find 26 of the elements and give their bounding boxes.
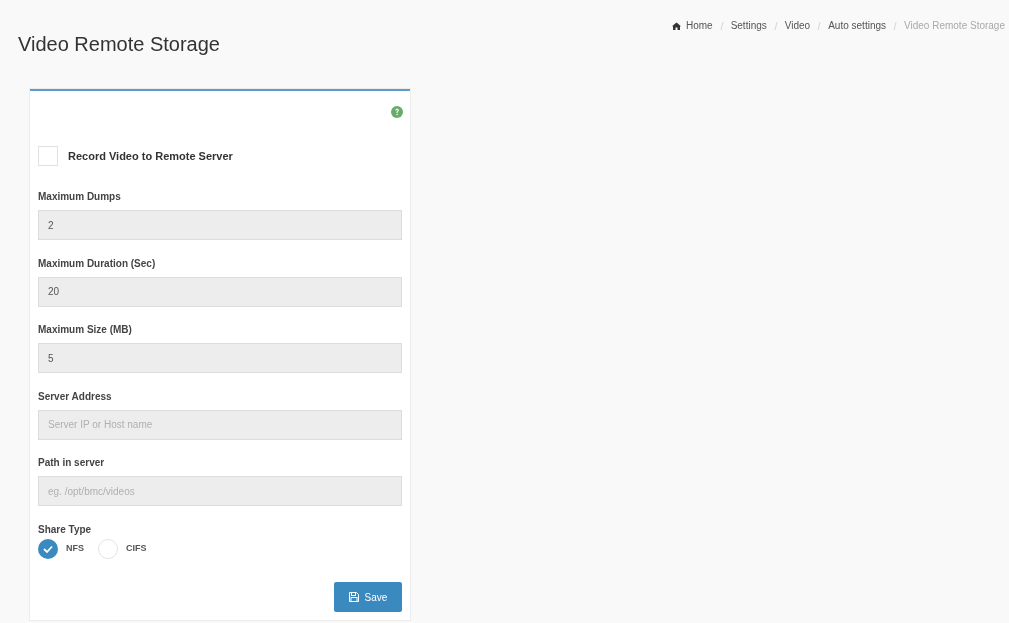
field-label: Share Type	[38, 523, 92, 537]
breadcrumb-current: Video Remote Storage	[904, 20, 1005, 32]
save-icon	[348, 592, 359, 602]
radio-button[interactable]	[38, 539, 58, 559]
separator-icon	[772, 21, 779, 31]
help-icon[interactable]	[391, 106, 403, 118]
field-label: Maximum Size (MB)	[38, 323, 132, 337]
page-title: Video Remote Storage	[18, 32, 220, 57]
separator-icon	[892, 21, 898, 31]
field-label: Maximum Dumps	[38, 190, 121, 204]
radio-label[interactable]: NFS	[66, 542, 84, 556]
home-icon	[671, 22, 681, 30]
breadcrumb-link[interactable]: Home	[685, 20, 713, 32]
radio-button[interactable]	[98, 539, 118, 559]
breadcrumb-link[interactable]: Auto settings	[828, 20, 886, 32]
separator-icon	[816, 21, 823, 31]
checkbox-label[interactable]: Record Video to Remote Server	[68, 147, 233, 165]
field-label: Path in server	[38, 456, 105, 470]
breadcrumb-link[interactable]: Video	[784, 20, 811, 32]
field-label: Server Address	[38, 389, 112, 404]
radio-label[interactable]: CIFS	[126, 542, 147, 556]
save-button[interactable]: Save	[334, 582, 402, 612]
separator-icon	[718, 21, 725, 31]
field-label: Maximum Duration (Sec)	[38, 256, 156, 271]
breadcrumb-link[interactable]: Settings	[730, 20, 767, 32]
checkbox[interactable]	[38, 146, 58, 166]
